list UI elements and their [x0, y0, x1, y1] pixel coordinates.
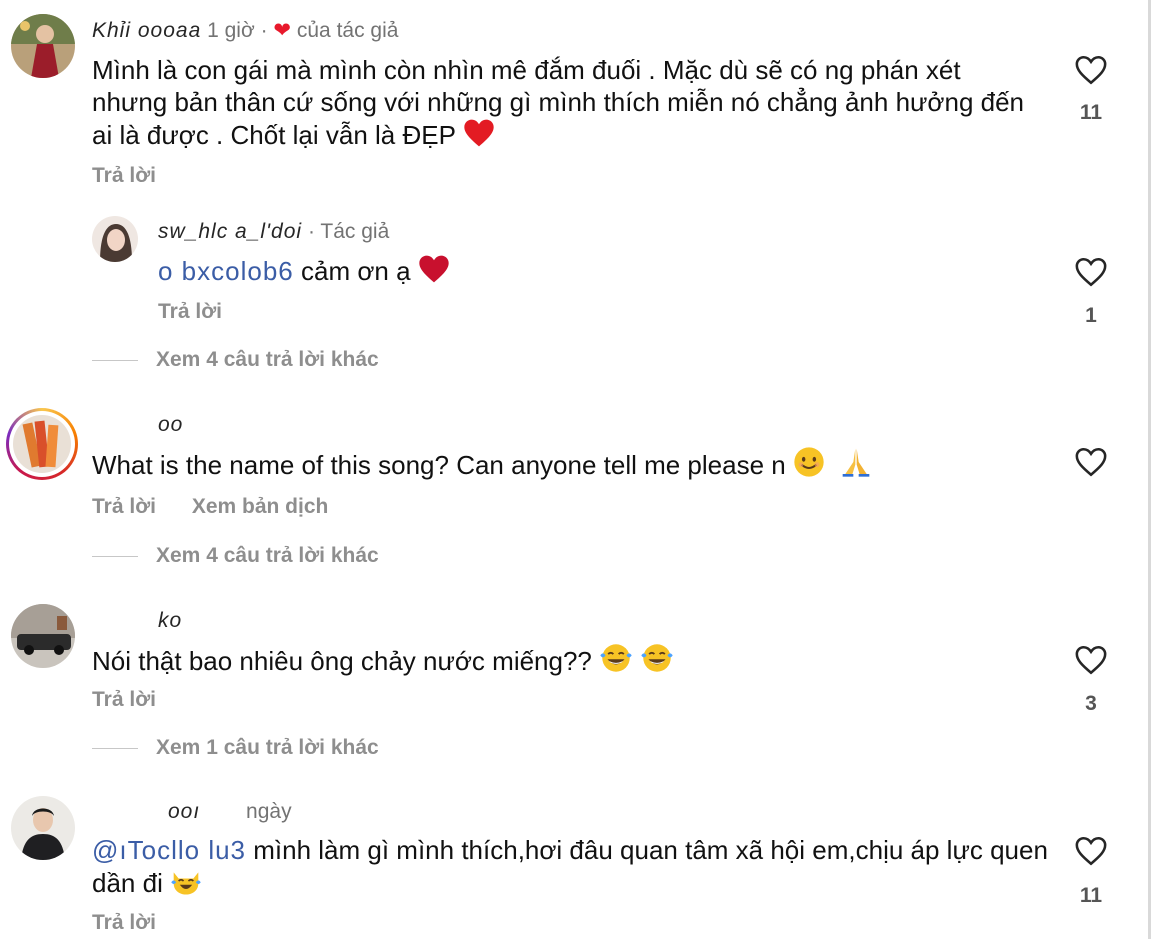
cat-with-tears-of-joy-emoji	[170, 866, 202, 903]
comment-body: Nói thật bao nhiêu ông chảy nước miếng??	[92, 646, 592, 676]
mention-link[interactable]: o bxcolob6	[158, 256, 294, 286]
smiling-face-emoji	[793, 446, 825, 485]
username[interactable]: sw_hlc a_l'doi	[158, 220, 302, 243]
red-heart-emoji	[463, 118, 495, 155]
comment-body: Mình là con gái mà mình còn nhìn mê đắm …	[92, 55, 1025, 150]
like-count: 11	[1079, 884, 1103, 907]
avatar-photo	[11, 604, 75, 668]
dot-separator: ·	[260, 19, 268, 42]
avatar-photo	[11, 14, 75, 78]
heart-outline-icon	[1075, 257, 1107, 287]
see-translation-button[interactable]: Xem bản dịch	[192, 495, 329, 518]
heart-outline-icon	[1075, 836, 1107, 866]
author-badge: · Tác giả	[307, 220, 390, 243]
comment-actions: Trả lời	[92, 687, 186, 713]
view-more-replies[interactable]: Xem 1 câu trả lời khác	[92, 735, 379, 761]
username[interactable]: Khỉi oooaa	[92, 19, 201, 42]
reply-button[interactable]: Trả lời	[92, 911, 156, 934]
comment-meta: ko	[158, 608, 182, 634]
comment-text: @ıTocllo lu3 mình làm gì mình thích,hơi …	[92, 834, 1052, 903]
view-more-label: Xem 4 câu trả lời khác	[156, 348, 379, 371]
avatar[interactable]	[11, 604, 75, 668]
reply-button[interactable]: Trả lời	[92, 688, 156, 711]
heart-outline-icon	[1075, 645, 1107, 675]
like-button[interactable]	[1074, 54, 1108, 86]
comment-time: ngày	[246, 800, 292, 823]
comment-item: Khỉi oooaa 1 giờ · ❤ của tác giả Mình là…	[0, 0, 1140, 200]
avatar[interactable]	[11, 14, 75, 78]
folded-hands-emoji	[840, 446, 872, 485]
comment-text: o bxcolob6 cảm ơn ạ	[158, 254, 1018, 291]
comment-item: ko Nói thật bao nhiêu ông chảy nước miến…	[0, 590, 1140, 780]
avatar-photo	[13, 415, 71, 473]
view-more-replies[interactable]: Xem 4 câu trả lời khác	[92, 347, 379, 373]
view-more-replies[interactable]: Xem 4 câu trả lời khác	[92, 543, 379, 569]
author-liked-heart-icon: ❤	[273, 19, 292, 42]
comment-body: What is the name of this song? Can anyon…	[92, 450, 786, 480]
like-button[interactable]	[1074, 644, 1108, 676]
comment-text: Mình là con gái mà mình còn nhìn mê đắm …	[92, 54, 1032, 155]
like-count: 3	[1085, 692, 1097, 715]
comment-body: cảm ơn ạ	[301, 256, 411, 286]
heart-outline-icon	[1075, 447, 1107, 477]
avatar	[13, 415, 71, 473]
avatar[interactable]	[92, 216, 138, 262]
face-with-tears-of-joy-emoji	[599, 642, 633, 681]
heart-outline-icon	[1075, 55, 1107, 85]
view-more-label: Xem 4 câu trả lời khác	[156, 544, 379, 567]
comment-text: Nói thật bao nhiêu ông chảy nước miếng??	[92, 642, 1052, 681]
username[interactable]: ooı	[168, 800, 200, 823]
like-count: 1	[1085, 304, 1097, 327]
divider-line	[92, 747, 138, 749]
story-ring[interactable]	[6, 408, 78, 480]
comment-meta: ooı ngày	[168, 799, 292, 825]
reply-item: sw_hlc a_l'doi · Tác giả o bxcolob6 cảm …	[0, 200, 1140, 390]
comment-time: 1 giờ	[207, 19, 255, 42]
comment-meta: oo	[158, 412, 183, 438]
view-more-label: Xem 1 câu trả lời khác	[156, 736, 379, 759]
like-button[interactable]	[1074, 835, 1108, 867]
comment-item: ooı ngày @ıTocllo lu3 mình làm gì mình t…	[0, 780, 1140, 939]
avatar-photo	[92, 216, 138, 262]
comment-text: What is the name of this song? Can anyon…	[92, 446, 1052, 485]
divider-line	[92, 555, 138, 557]
red-heart-emoji	[418, 254, 450, 291]
comment-actions: Trả lời	[158, 299, 252, 325]
face-with-tears-of-joy-emoji	[640, 642, 674, 681]
username[interactable]: ko	[158, 609, 182, 632]
avatar-photo	[11, 796, 75, 860]
comment-meta: sw_hlc a_l'doi · Tác giả	[158, 219, 389, 245]
comments-page: Khỉi oooaa 1 giờ · ❤ của tác giả Mình là…	[0, 0, 1151, 939]
comment-meta: Khỉi oooaa 1 giờ · ❤ của tác giả	[92, 18, 398, 44]
username[interactable]: oo	[158, 413, 183, 436]
like-count: 11	[1079, 101, 1103, 124]
like-button[interactable]	[1074, 446, 1108, 478]
avatar[interactable]	[11, 796, 75, 860]
mention-link[interactable]: @ıTocllo lu3	[92, 835, 246, 865]
reply-button[interactable]: Trả lời	[92, 164, 156, 187]
reply-button[interactable]: Trả lời	[158, 300, 222, 323]
comment-item: oo What is the name of this song? Can an…	[0, 390, 1140, 590]
like-button[interactable]	[1074, 256, 1108, 288]
divider-line	[92, 359, 138, 361]
liked-by-author-label: của tác giả	[296, 19, 399, 42]
comment-actions: Trả lời	[92, 910, 186, 936]
comment-actions: Trả lời Xem bản dịch	[92, 494, 358, 520]
reply-button[interactable]: Trả lời	[92, 495, 156, 518]
comment-actions: Trả lời	[92, 163, 186, 189]
